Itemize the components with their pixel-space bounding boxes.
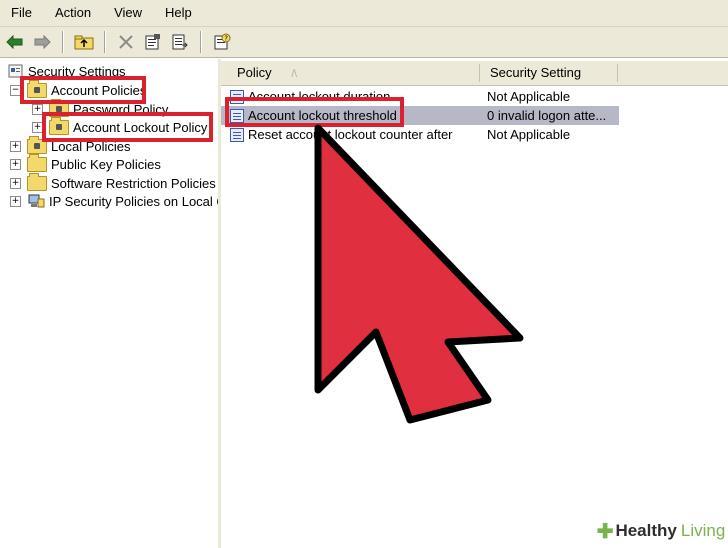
column-header-label: Policy (237, 65, 272, 80)
policy-setting: 0 invalid logon atte... (487, 108, 607, 123)
list-header: Policy /\ Security Setting (221, 61, 728, 86)
back-arrow-icon[interactable] (3, 30, 27, 54)
list-pane: Policy /\ Security Setting Account locko… (221, 59, 728, 548)
export-list-icon[interactable] (168, 30, 192, 54)
highlight-account-lockout-policy (42, 112, 213, 142)
expand-icon[interactable]: + (10, 158, 21, 170)
expand-icon[interactable]: + (10, 177, 21, 189)
expand-icon[interactable]: + (10, 140, 21, 152)
highlight-account-lockout-threshold (225, 97, 404, 127)
folder-icon (27, 153, 47, 172)
svg-text:?: ? (224, 35, 228, 43)
logo-word-healthy: Healthy (615, 521, 677, 540)
forward-arrow-icon[interactable] (30, 30, 54, 54)
tree-label: Software Restriction Policies (51, 175, 216, 191)
properties-icon[interactable] (141, 30, 165, 54)
up-folder-icon[interactable] (72, 30, 96, 54)
healthy-living-logo: ✚ Healthy Living (594, 514, 728, 548)
highlight-account-policies (20, 76, 146, 104)
ip-security-icon (28, 194, 45, 208)
tree-label: Public Key Policies (51, 156, 161, 172)
tree-label: IP Security Policies on Local Co (49, 193, 221, 209)
plus-icon: ✚ (596, 520, 614, 543)
policy-setting: Not Applicable (487, 89, 571, 104)
column-header-security-setting[interactable]: Security Setting (482, 61, 622, 85)
help-icon[interactable]: ? (210, 30, 234, 54)
toolbar-separator (62, 31, 64, 53)
toolbar-separator (200, 31, 202, 53)
tree-item-public-key-policies[interactable]: + Public Key Policies (10, 153, 161, 173)
menu-view[interactable]: View (103, 0, 154, 26)
logo-word-living: Living (680, 521, 726, 540)
menu-action[interactable]: Action (44, 0, 103, 26)
toolbar: ? (0, 27, 728, 58)
menu-help[interactable]: Help (154, 0, 204, 26)
tree-pane: Security Settings − Account Policies + P… (0, 59, 221, 548)
tree-item-software-restriction-policies[interactable]: + Software Restriction Policies (10, 172, 216, 192)
column-divider[interactable] (479, 64, 480, 82)
column-divider[interactable] (617, 64, 618, 82)
policy-setting: Not Applicable (487, 127, 571, 142)
tree-item-ip-security-policies[interactable]: + IP Security Policies on Local Co (10, 192, 221, 210)
folder-icon (27, 172, 47, 191)
menu-file[interactable]: File (0, 0, 44, 26)
list-row[interactable]: Reset account lockout counter after Not … (221, 125, 621, 144)
menu-bar: File Action View Help (0, 0, 728, 27)
toolbar-separator (104, 31, 106, 53)
delete-icon[interactable] (114, 30, 138, 54)
column-header-policy[interactable]: Policy /\ (229, 61, 479, 85)
column-header-label: Security Setting (490, 65, 582, 80)
policy-icon (230, 127, 244, 142)
expand-icon[interactable]: + (10, 195, 21, 207)
policy-name: Reset account lockout counter after (248, 127, 453, 142)
sort-icon: /\ (291, 69, 297, 80)
